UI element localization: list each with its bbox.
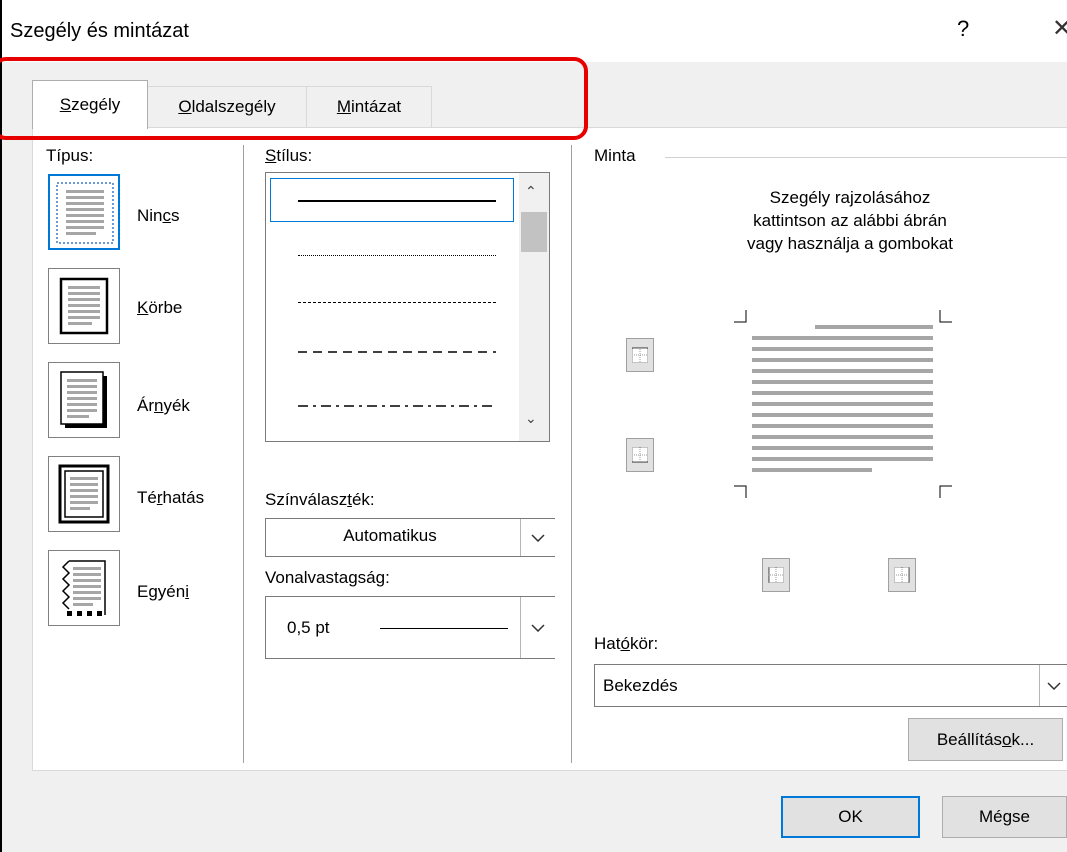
- preview-line: [752, 424, 933, 428]
- preview-line: [752, 380, 933, 384]
- line-width-sample: [380, 628, 508, 629]
- corner-mark-icon: [734, 310, 747, 323]
- instruction-line: Szegély rajzolásához: [769, 188, 931, 207]
- chevron-down-icon: [1047, 681, 1061, 690]
- bottom-border-button[interactable]: [626, 438, 654, 472]
- border-top-icon: [632, 347, 648, 363]
- type-shadow-button[interactable]: [48, 362, 120, 438]
- dialog-title: Szegély és mintázat: [10, 20, 189, 42]
- scope-dropdown-arrow[interactable]: [1039, 665, 1067, 706]
- color-value: Automatikus: [343, 526, 437, 545]
- instruction-line: kattintson az alábbi ábrán: [753, 211, 947, 230]
- type-label: Típus:: [46, 146, 94, 165]
- preview-label: Minta: [594, 146, 636, 165]
- line-width-value: 0,5 pt: [287, 618, 330, 637]
- close-icon[interactable]: ✕: [1052, 14, 1067, 43]
- preview-instructions: Szegély rajzolásához kattintson az alább…: [700, 186, 1000, 255]
- preview-line: [752, 435, 933, 439]
- type-3d-button[interactable]: [48, 456, 120, 532]
- border-bottom-icon: [632, 447, 648, 463]
- preview-line: [752, 402, 933, 406]
- style-label: Stílus:: [265, 146, 313, 165]
- preview-group-line: [665, 157, 1067, 158]
- chevron-down-icon: [531, 623, 545, 632]
- scope-label: Hatókör:: [594, 634, 659, 653]
- color-label: Színválaszték:: [265, 490, 375, 509]
- border-none-icon: [56, 182, 114, 244]
- corner-mark-icon: [939, 485, 952, 498]
- scroll-down-icon[interactable]: ⌄: [525, 410, 537, 427]
- left-border-button[interactable]: [762, 558, 790, 592]
- type-box-button[interactable]: [48, 268, 120, 344]
- corner-mark-icon: [734, 485, 747, 498]
- cancel-button[interactable]: Mégse: [942, 796, 1067, 838]
- line-style-dash-dot[interactable]: [298, 404, 496, 408]
- type-none-button[interactable]: [48, 174, 120, 250]
- corner-mark-icon: [939, 310, 952, 323]
- type-custom-label: Egyéni: [137, 582, 189, 601]
- instruction-line: vagy használja a gombokat: [746, 234, 954, 253]
- preview-line: [752, 468, 872, 472]
- border-right-icon: [894, 567, 910, 583]
- preview-line: [752, 391, 933, 395]
- scroll-up-icon[interactable]: ⌃: [525, 183, 537, 200]
- border-shadow-icon: [60, 371, 107, 428]
- preview-line: [752, 336, 933, 340]
- line-width-dropdown-arrow[interactable]: [520, 597, 555, 658]
- top-border-button[interactable]: [626, 338, 654, 372]
- width-label: Vonalvastagság:: [265, 568, 390, 587]
- line-style-long-dash[interactable]: [298, 350, 496, 354]
- chevron-down-icon: [531, 533, 545, 542]
- scope-value: Bekezdés: [603, 676, 678, 695]
- preview-line: [752, 347, 933, 351]
- section-separator: [571, 145, 572, 763]
- help-button[interactable]: ?: [957, 16, 969, 42]
- preview-line: [752, 413, 933, 417]
- preview-line: [752, 369, 933, 373]
- border-left-icon: [768, 567, 784, 583]
- line-style-solid[interactable]: [298, 200, 496, 202]
- section-separator: [243, 145, 244, 763]
- ok-button[interactable]: OK: [781, 796, 920, 838]
- border-box-icon: [59, 277, 109, 335]
- right-border-button[interactable]: [888, 558, 916, 592]
- type-box-label: Körbe: [137, 298, 183, 317]
- options-button[interactable]: Beállítás o k...: [908, 718, 1063, 761]
- type-3d-label: Térhatás: [137, 488, 205, 507]
- scrollbar-thumb[interactable]: [521, 212, 547, 252]
- line-style-dotted[interactable]: [298, 255, 496, 256]
- preview-line: [752, 446, 933, 450]
- preview-line: [815, 325, 933, 329]
- border-3d-icon: [58, 464, 110, 524]
- type-none-label: Nincs: [137, 206, 180, 225]
- red-highlight-annotation: [0, 57, 588, 140]
- preview-line: [752, 358, 933, 362]
- type-custom-button[interactable]: [48, 550, 120, 626]
- line-style-short-dash[interactable]: [298, 302, 496, 303]
- preview-line: [752, 457, 933, 461]
- border-custom-icon: [61, 560, 106, 616]
- color-dropdown-arrow[interactable]: [520, 519, 555, 556]
- type-shadow-label: Árnyék: [137, 396, 190, 415]
